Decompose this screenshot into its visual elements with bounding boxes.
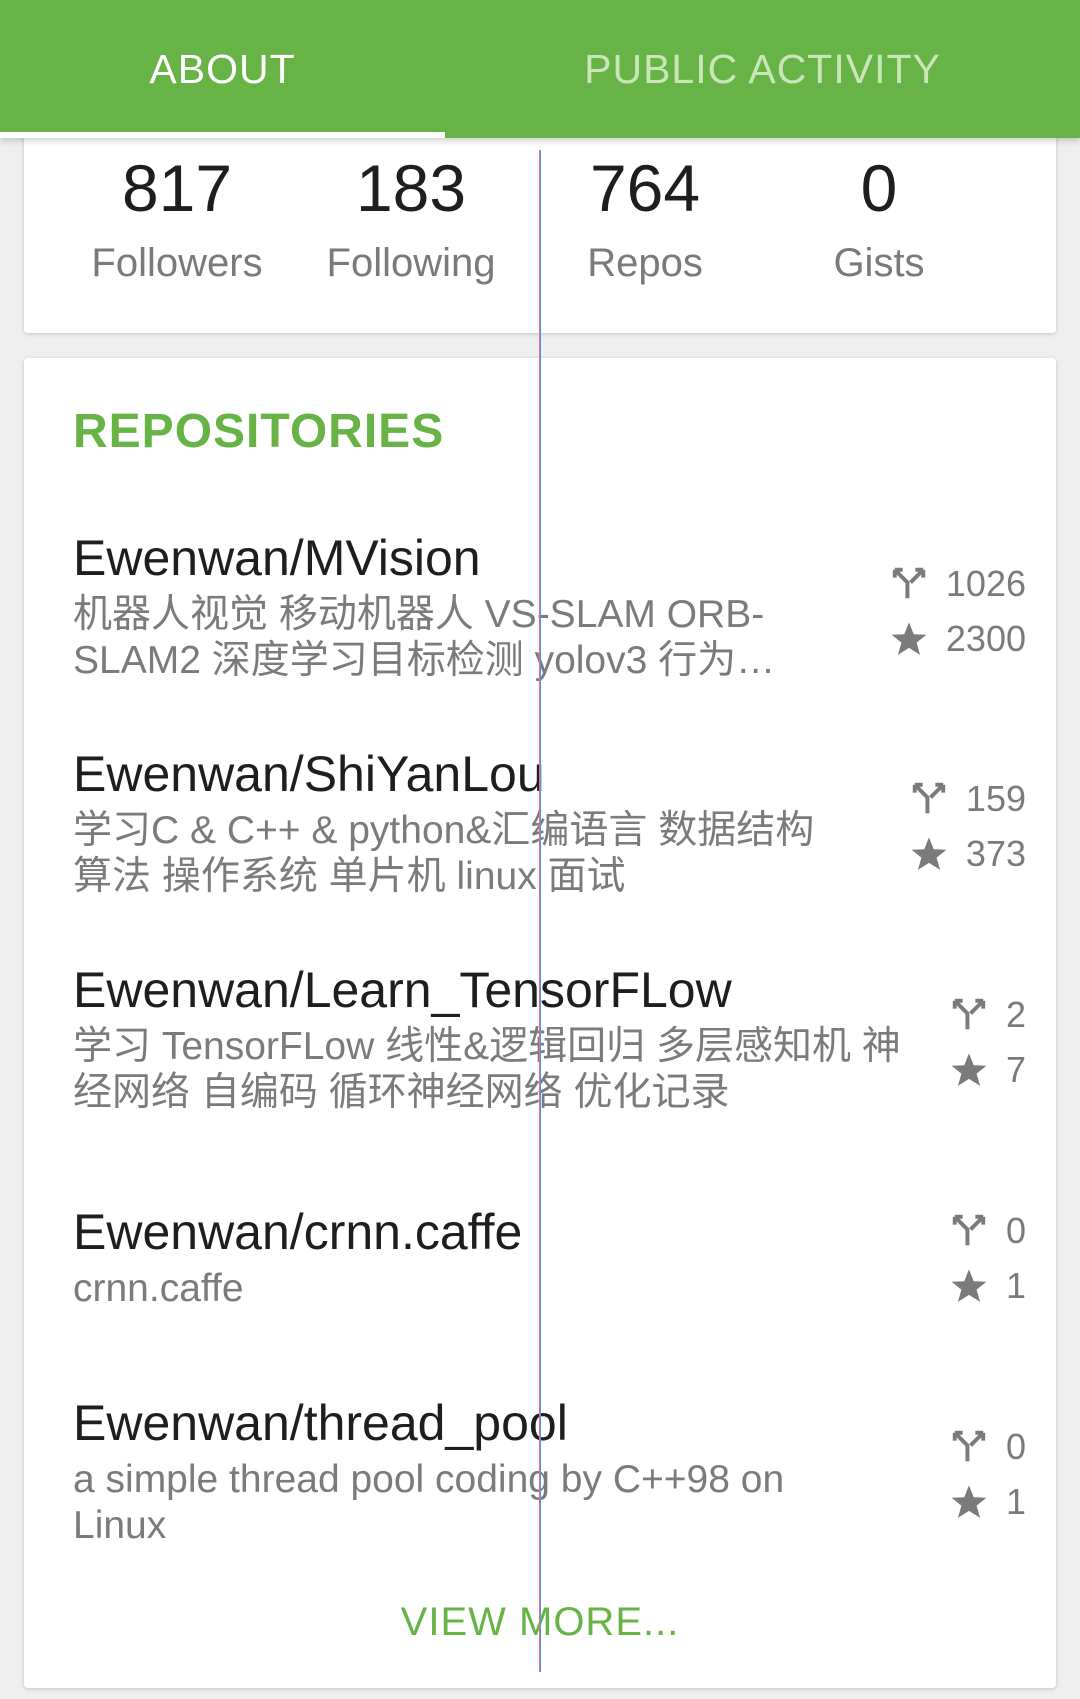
- tab-bar: ABOUT PUBLIC ACTIVITY: [0, 0, 1080, 138]
- fork-icon: [952, 1430, 986, 1461]
- layout-guide-line: [539, 150, 541, 1672]
- repo-description: 学习C & C++ & python&汇编语言 数据结构 算法 操作系统 单片机…: [73, 809, 815, 898]
- fork-icon: [912, 782, 946, 813]
- stat-label: Followers: [91, 241, 263, 285]
- fork-count: 159: [965, 777, 1026, 819]
- repo-description: 学习 TensorFLow 线性&逻辑回归 多层感知机 神经网络 自编码 循环神…: [73, 1025, 901, 1114]
- fork-icon: [952, 1214, 986, 1245]
- star-count: 2300: [945, 617, 1026, 659]
- stat-value: 817: [121, 151, 233, 225]
- fork-icon: [892, 567, 926, 598]
- star-count: 373: [965, 832, 1026, 874]
- tab-indicator: [0, 132, 445, 138]
- star-icon: [951, 1484, 987, 1518]
- repositories-heading: REPOSITORIES: [73, 405, 445, 458]
- star-count: 1: [1005, 1480, 1026, 1522]
- stat-value: 764: [589, 151, 701, 225]
- fork-count: 2: [1005, 993, 1026, 1035]
- star-icon: [951, 1268, 987, 1302]
- tab-about[interactable]: ABOUT: [0, 0, 445, 138]
- repo-description: crnn.caffe: [73, 1267, 244, 1310]
- repo-stats: 1026 2300: [886, 556, 1026, 666]
- repo-description: a simple thread pool coding by C++98 on …: [73, 1458, 785, 1547]
- fork-icon: [952, 998, 986, 1029]
- fork-count: 0: [1005, 1209, 1026, 1251]
- stat-repos[interactable]: 764 Repos: [530, 140, 760, 288]
- star-icon: [911, 836, 947, 870]
- stat-label: Repos: [587, 241, 703, 285]
- stat-followers[interactable]: 817 Followers: [62, 140, 292, 288]
- tab-public-activity[interactable]: PUBLIC ACTIVITY: [540, 0, 985, 138]
- star-count: 1: [1005, 1264, 1026, 1306]
- stat-gists[interactable]: 0 Gists: [764, 140, 994, 288]
- repo-stats: 2 7: [886, 987, 1026, 1097]
- star-count: 7: [1005, 1048, 1026, 1090]
- stat-value: 0: [860, 151, 898, 225]
- star-icon: [891, 621, 927, 655]
- star-icon: [951, 1052, 987, 1086]
- repo-stats: 0 1: [886, 1203, 1026, 1313]
- repo-stats: 0 1: [886, 1419, 1026, 1529]
- stat-label: Gists: [833, 241, 925, 285]
- stat-label: Following: [326, 241, 496, 285]
- repo-description: 机器人视觉 移动机器人 VS-SLAM ORB-SLAM2 深度学习目标检测 y…: [73, 593, 776, 682]
- stat-following[interactable]: 183 Following: [296, 140, 526, 288]
- stat-value: 183: [355, 151, 467, 225]
- repo-stats: 159 373: [886, 771, 1026, 881]
- fork-count: 1026: [945, 562, 1026, 604]
- fork-count: 0: [1005, 1425, 1026, 1467]
